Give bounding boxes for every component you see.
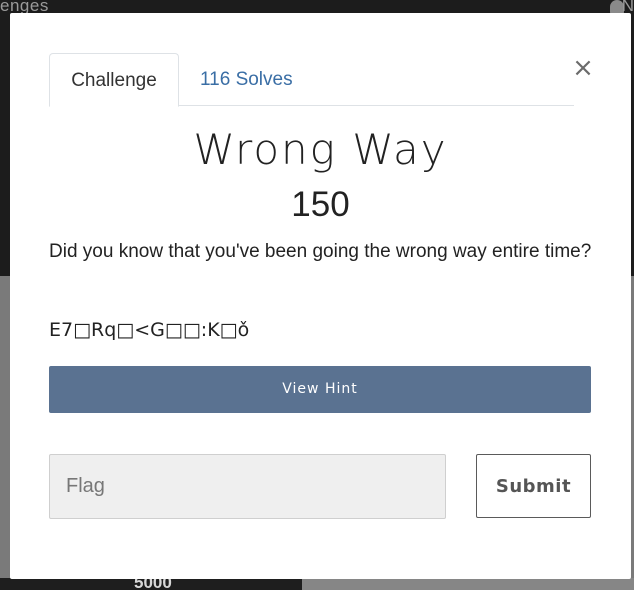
- challenge-title: Wrong Way: [193, 125, 448, 174]
- flag-input[interactable]: [49, 454, 446, 519]
- close-icon[interactable]: ×: [572, 55, 594, 81]
- backdrop-card-right: [302, 578, 634, 590]
- challenge-points: 150: [291, 185, 350, 224]
- modal-tabs: Challenge 116 Solves: [49, 53, 574, 107]
- challenge-description: Did you know that you've been going the …: [49, 241, 592, 262]
- tab-solves[interactable]: 116 Solves: [200, 53, 293, 106]
- submit-button[interactable]: Submit: [476, 454, 591, 518]
- challenge-modal: Challenge 116 Solves × Wrong Way 150 Did…: [10, 13, 631, 579]
- challenge-encoded-text: E7□Rq□<G□□:K□ǒ: [49, 319, 250, 341]
- tab-challenge[interactable]: Challenge: [49, 53, 179, 107]
- view-hint-button[interactable]: View Hint: [49, 366, 591, 413]
